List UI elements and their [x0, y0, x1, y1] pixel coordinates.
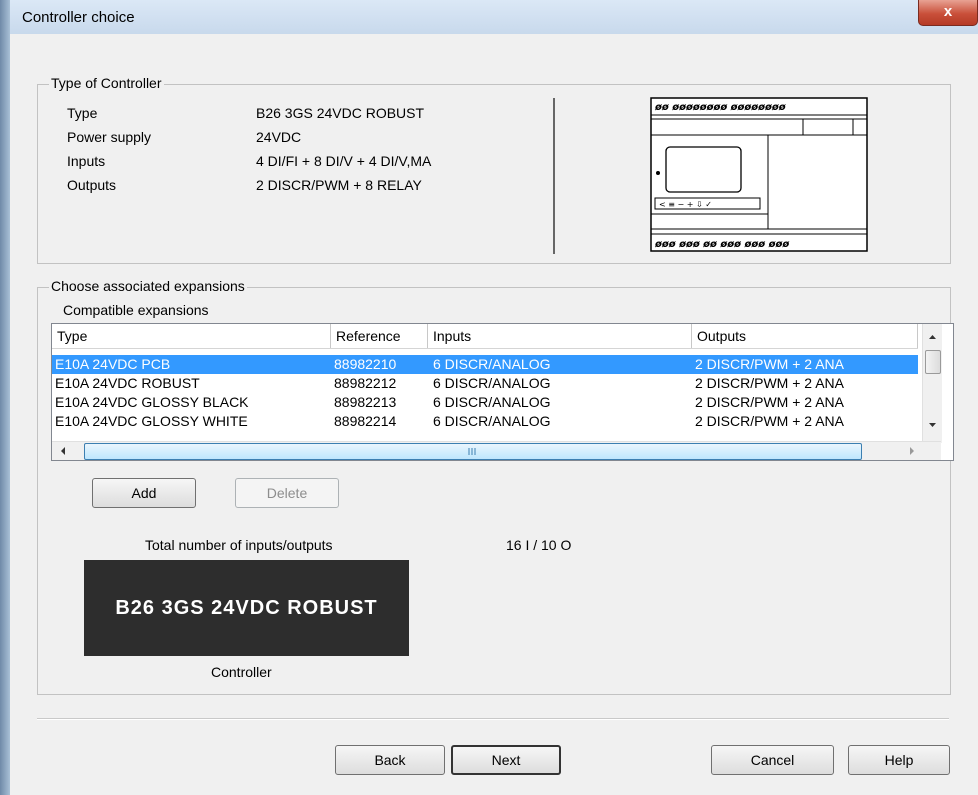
device-keypad: < ≡ − + ⇩ ✓ — [659, 200, 712, 209]
cell-inputs: 6 DISCR/ANALOG — [433, 413, 551, 429]
inputs-value: 4 DI/FI + 8 DI/V + 4 DI/V,MA — [256, 153, 432, 169]
device-bottom-terminals: øøø øøø øø øøø øøø øøø — [654, 239, 789, 250]
cell-outputs: 2 DISCR/PWM + 2 ANA — [695, 413, 844, 429]
vertical-scroll-thumb[interactable] — [925, 350, 941, 374]
controller-caption: Controller — [211, 664, 272, 680]
controller-choice-window: Controller choice x Type of Controller T… — [0, 0, 978, 795]
add-button[interactable]: Add — [92, 478, 196, 508]
table-row[interactable]: E10A 24VDC GLOSSY WHITE 88982214 6 DISCR… — [52, 412, 918, 430]
cell-reference: 88982213 — [334, 394, 397, 410]
cell-outputs: 2 DISCR/PWM + 2 ANA — [695, 356, 844, 372]
group-separator — [553, 98, 555, 254]
horizontal-scrollbar[interactable] — [52, 441, 941, 460]
window-title: Controller choice — [22, 9, 135, 26]
title-bar: Controller choice x — [10, 0, 978, 34]
delete-button[interactable]: Delete — [235, 478, 339, 508]
cell-outputs: 2 DISCR/PWM + 2 ANA — [695, 375, 844, 391]
cell-type: E10A 24VDC GLOSSY BLACK — [55, 394, 249, 410]
scroll-grip-icon — [468, 448, 476, 455]
cell-inputs: 6 DISCR/ANALOG — [433, 394, 551, 410]
column-header-outputs[interactable]: Outputs — [692, 324, 918, 348]
scroll-up-arrow-icon[interactable] — [923, 328, 942, 345]
cell-reference: 88982212 — [334, 375, 397, 391]
expansions-group-label: Choose associated expansions — [49, 278, 247, 294]
device-top-terminals: øø øøøøøøøø øøøøøøøø — [654, 102, 786, 113]
column-header-inputs[interactable]: Inputs — [428, 324, 692, 348]
cell-reference: 88982214 — [334, 413, 397, 429]
total-io-value: 16 I / 10 O — [506, 537, 572, 553]
column-header-type[interactable]: Type — [52, 324, 331, 348]
cell-type: E10A 24VDC PCB — [55, 356, 171, 372]
cell-type: E10A 24VDC ROBUST — [55, 375, 200, 391]
close-button[interactable]: x — [918, 0, 978, 26]
next-button[interactable]: Next — [451, 745, 561, 775]
type-of-controller-label: Type of Controller — [49, 75, 164, 91]
cell-reference: 88982210 — [334, 356, 397, 372]
inputs-label: Inputs — [67, 153, 106, 169]
type-label: Type — [67, 105, 98, 121]
power-supply-value: 24VDC — [256, 129, 302, 145]
table-row[interactable]: E10A 24VDC GLOSSY BLACK 88982213 6 DISCR… — [52, 393, 918, 412]
scroll-right-arrow-icon[interactable] — [904, 442, 921, 460]
cancel-button[interactable]: Cancel — [711, 745, 834, 775]
help-button[interactable]: Help — [848, 745, 950, 775]
scroll-down-arrow-icon[interactable] — [923, 416, 942, 433]
cell-type: E10A 24VDC GLOSSY WHITE — [55, 413, 248, 429]
table-row[interactable]: E10A 24VDC ROBUST 88982212 6 DISCR/ANALO… — [52, 374, 918, 393]
controller-device-image: øø øøøøøøøø øøøøøøøø < ≡ − + ⇩ ✓ øøø øøø… — [650, 97, 868, 252]
cell-outputs: 2 DISCR/PWM + 2 ANA — [695, 394, 844, 410]
horizontal-scroll-thumb[interactable] — [84, 443, 862, 460]
list-header: Type Reference Inputs Outputs — [52, 324, 918, 349]
back-button[interactable]: Back — [335, 745, 445, 775]
total-io-label: Total number of inputs/outputs — [145, 537, 333, 553]
table-row[interactable]: E10A 24VDC PCB 88982210 6 DISCR/ANALOG 2… — [52, 355, 918, 374]
cell-inputs: 6 DISCR/ANALOG — [433, 356, 551, 372]
vertical-scrollbar[interactable] — [922, 324, 942, 443]
compatible-expansions-label: Compatible expansions — [63, 302, 209, 318]
type-value: B26 3GS 24VDC ROBUST — [256, 105, 425, 121]
outputs-value: 2 DISCR/PWM + 8 RELAY — [256, 177, 422, 193]
footer-divider — [37, 718, 949, 720]
column-header-reference[interactable]: Reference — [331, 324, 428, 348]
outputs-label: Outputs — [67, 177, 117, 193]
scroll-left-arrow-icon[interactable] — [54, 442, 71, 460]
cell-inputs: 6 DISCR/ANALOG — [433, 375, 551, 391]
window-left-border — [0, 0, 10, 795]
controller-block[interactable]: B26 3GS 24VDC ROBUST — [84, 560, 409, 656]
power-supply-label: Power supply — [67, 129, 152, 145]
expansions-list[interactable]: Type Reference Inputs Outputs E10A 24VDC… — [51, 323, 954, 461]
